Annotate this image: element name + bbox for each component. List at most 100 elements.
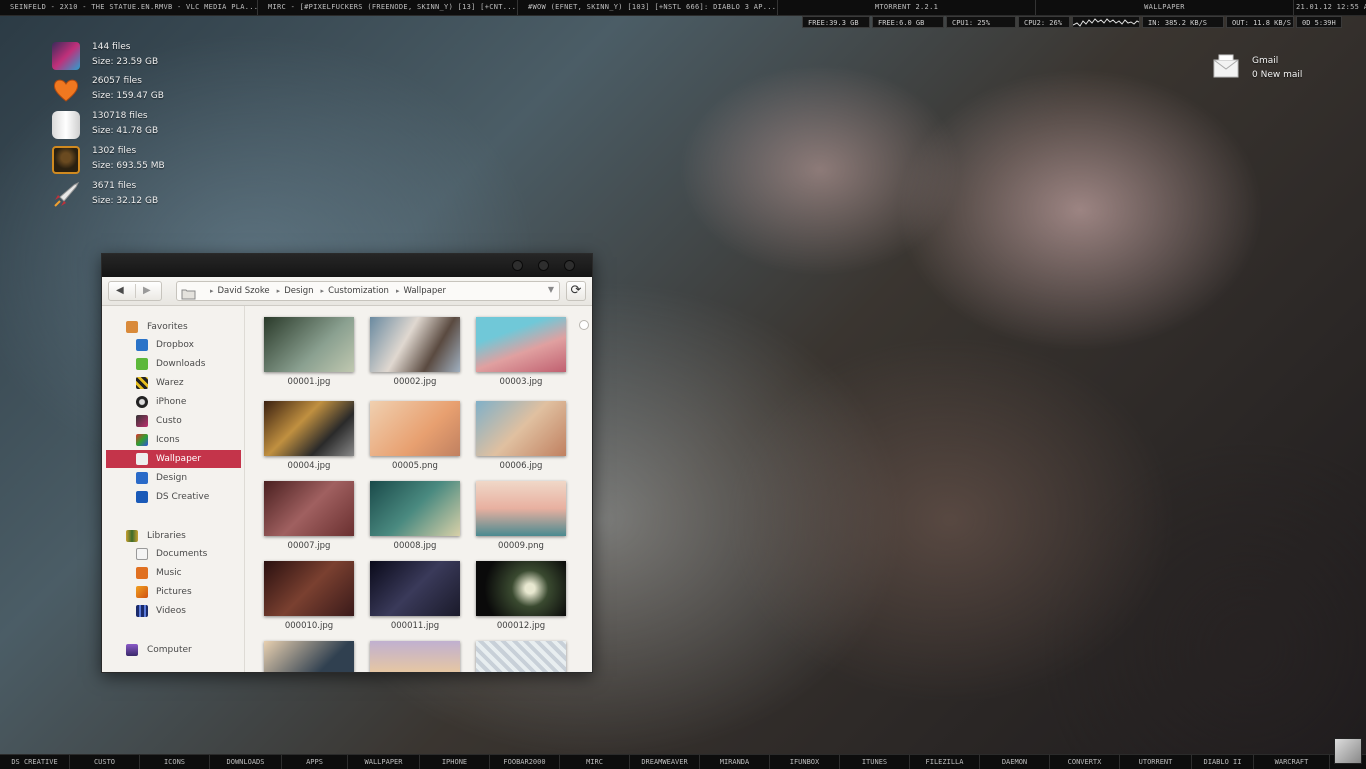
- launcher-iphone[interactable]: IPHONE: [420, 755, 490, 769]
- file-item[interactable]: 000010.jpg: [264, 561, 354, 635]
- drive-1[interactable]: 144 files Size: 23.59 GB: [52, 40, 212, 72]
- launcher-wallpaper[interactable]: WALLPAPER: [348, 755, 420, 769]
- forward-arrow-icon[interactable]: ▶: [143, 285, 151, 296]
- gmail-notifier[interactable]: Gmail 0 New mail: [1213, 54, 1323, 84]
- launcher-warcraft[interactable]: WARCRAFT: [1254, 755, 1330, 769]
- launcher-ds-creative[interactable]: DS CREATIVE: [0, 755, 70, 769]
- sidebar-item-dropbox[interactable]: Dropbox: [106, 336, 241, 354]
- sidebar-item-label: Warez: [156, 378, 184, 388]
- sidebar-item-label: Videos: [156, 606, 186, 616]
- avatar[interactable]: [1334, 738, 1362, 764]
- refresh-icon[interactable]: ⟳: [566, 281, 586, 301]
- drive-3-files: 130718 files: [92, 111, 148, 121]
- libraries-label: Libraries: [147, 531, 186, 541]
- scrollbar[interactable]: [579, 320, 589, 670]
- file-item[interactable]: 00007.jpg: [264, 481, 354, 555]
- file-item[interactable]: 00009.png: [476, 481, 566, 555]
- file-item[interactable]: 00002.jpg: [370, 317, 460, 391]
- file-item[interactable]: 00001.jpg: [264, 317, 354, 391]
- sidebar-item-iphone[interactable]: iPhone: [106, 393, 241, 411]
- sidebar-item-ds-creative[interactable]: DS Creative: [106, 488, 241, 506]
- launcher-downloads[interactable]: DOWNLOADS: [210, 755, 282, 769]
- launcher-apps[interactable]: APPS: [282, 755, 348, 769]
- back-arrow-icon[interactable]: ◀: [116, 285, 124, 296]
- sidebar-item-warez[interactable]: Warez: [106, 374, 241, 392]
- breadcrumb-design[interactable]: Design: [284, 282, 313, 300]
- sidebar-item-icons[interactable]: Icons: [106, 431, 241, 449]
- launcher-daemon[interactable]: DAEMON: [980, 755, 1050, 769]
- drive-5[interactable]: 3671 files Size: 32.12 GB: [52, 179, 212, 211]
- file-name: 00007.jpg: [287, 541, 331, 551]
- breadcrumb-wallpaper[interactable]: Wallpaper: [403, 282, 446, 300]
- minimize-button[interactable]: [512, 260, 523, 271]
- sidebar-item-wallpaper[interactable]: Wallpaper: [106, 450, 241, 468]
- top-taskbar: SEINFELD - 2X10 - THE STATUE.EN.RMVB - V…: [0, 0, 1366, 16]
- file-item[interactable]: 00008.jpg: [370, 481, 460, 555]
- file-item[interactable]: 00004.jpg: [264, 401, 354, 475]
- sidebar-item-pictures[interactable]: Pictures: [106, 583, 241, 601]
- task-wow-channel[interactable]: #WOW (EFNET, SKINN_Y) [103] [+NSTL 666]:…: [518, 0, 778, 15]
- task-utorrent[interactable]: µTORRENT 2.2.1: [778, 0, 1036, 15]
- sidebar-item-design[interactable]: Design: [106, 469, 241, 487]
- sidebar-item-documents[interactable]: Documents: [106, 545, 241, 563]
- file-item[interactable]: [264, 641, 354, 672]
- file-item[interactable]: 00003.jpg: [476, 317, 566, 391]
- drive-3[interactable]: 130718 files Size: 41.78 GB: [52, 109, 212, 141]
- thumbnail: [264, 317, 354, 372]
- thumbnail: [476, 561, 566, 616]
- file-item[interactable]: 000011.jpg: [370, 561, 460, 635]
- launcher-filezilla[interactable]: FILEZILLA: [910, 755, 980, 769]
- launcher-itunes[interactable]: ITUNES: [840, 755, 910, 769]
- chevron-down-icon[interactable]: ▼: [548, 285, 554, 294]
- task-wallpaper[interactable]: WALLPAPER: [1036, 0, 1294, 15]
- window-titlebar[interactable]: [102, 254, 592, 277]
- launcher-miranda[interactable]: MIRANDA: [700, 755, 770, 769]
- launcher-icons[interactable]: ICONS: [140, 755, 210, 769]
- close-button[interactable]: [564, 260, 575, 271]
- file-item[interactable]: 00006.jpg: [476, 401, 566, 475]
- file-item[interactable]: 000012.jpg: [476, 561, 566, 635]
- sidebar-item-videos[interactable]: Videos: [106, 602, 241, 620]
- thumbnail: [264, 561, 354, 616]
- nav-separator: [135, 284, 136, 298]
- sidebar-item-label: Icons: [156, 435, 180, 445]
- folder-icon: [181, 285, 196, 300]
- launcher-diablo-ii[interactable]: DIABLO II: [1192, 755, 1254, 769]
- thumbnail: [476, 317, 566, 372]
- launcher-foobar2000[interactable]: FOOBAR2000: [490, 755, 560, 769]
- launcher-convertx[interactable]: CONVERTX: [1050, 755, 1120, 769]
- rocket-icon: [52, 181, 80, 209]
- sidebar-item-label: Wallpaper: [156, 454, 202, 464]
- launcher-dreamweaver[interactable]: DREAMWEAVER: [630, 755, 700, 769]
- file-item[interactable]: [476, 641, 566, 672]
- file-item[interactable]: [370, 641, 460, 672]
- warez-icon: [136, 377, 148, 389]
- gmail-status: 0 New mail: [1252, 70, 1303, 80]
- task-mirc[interactable]: MIRC - [#PIXELFUCKERS (FREENODE, SKINN_Y…: [258, 0, 518, 15]
- address-bar[interactable]: ▸ David Szoke ▸ Design ▸ Customization ▸…: [176, 281, 560, 301]
- dropbox-icon: [136, 339, 148, 351]
- breadcrumb-david-szoke[interactable]: David Szoke: [218, 282, 270, 300]
- launcher-ifunbox[interactable]: IFUNBOX: [770, 755, 840, 769]
- scrollbar-thumb[interactable]: [579, 320, 589, 330]
- file-name: 00004.jpg: [287, 461, 331, 471]
- thumbnail: [476, 481, 566, 536]
- drive-2[interactable]: 26057 files Size: 159.47 GB: [52, 74, 212, 106]
- heart-icon: [52, 76, 80, 104]
- launcher-mirc[interactable]: MIRC: [560, 755, 630, 769]
- breadcrumb-customization[interactable]: Customization: [328, 282, 389, 300]
- task-vlc[interactable]: SEINFELD - 2X10 - THE STATUE.EN.RMVB - V…: [0, 0, 258, 15]
- launcher-utorrent[interactable]: UTORRENT: [1120, 755, 1192, 769]
- launcher-custo[interactable]: CUSTO: [70, 755, 140, 769]
- sidebar-item-label: Design: [156, 473, 188, 483]
- sidebar-item-label: Documents: [156, 549, 208, 559]
- drive-4[interactable]: 1302 files Size: 693.55 MB: [52, 144, 212, 176]
- file-name: 00001.jpg: [287, 377, 331, 387]
- sidebar-item-music[interactable]: Music: [106, 564, 241, 582]
- file-item[interactable]: 00005.png: [370, 401, 460, 475]
- sidebar-item-label: iPhone: [156, 397, 187, 407]
- sidebar-item-custo[interactable]: Custo: [106, 412, 241, 430]
- maximize-button[interactable]: [538, 260, 549, 271]
- sidebar-item-downloads[interactable]: Downloads: [106, 355, 241, 373]
- pictures-icon: [136, 586, 148, 598]
